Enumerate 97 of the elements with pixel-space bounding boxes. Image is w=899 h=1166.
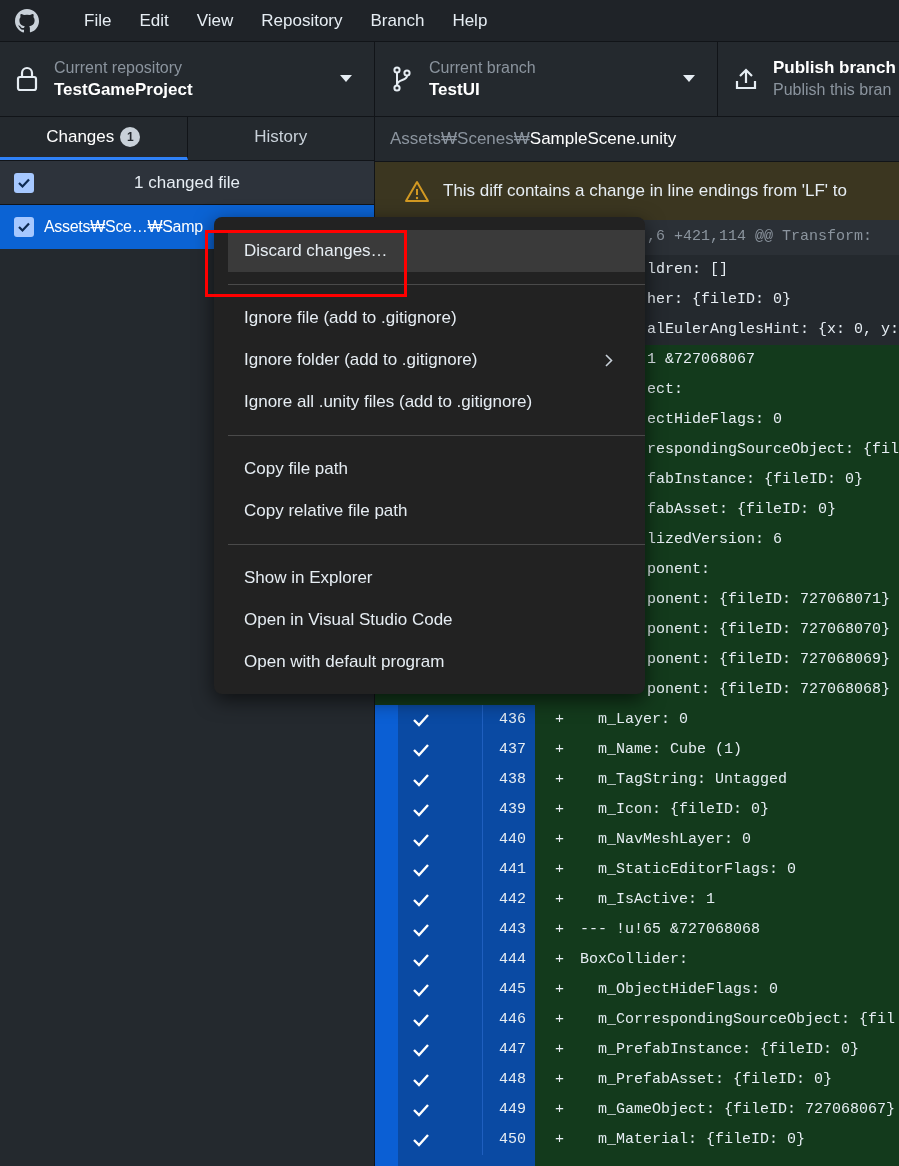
code-line: m_GameObject: {fileID: 727068067} [597,1099,896,1120]
line-gutter[interactable]: 443 [375,915,535,945]
file-name: SampleScene.unity [529,128,677,151]
branch-icon [392,66,412,92]
code-line: m_Material: {fileID: 0} [597,1129,806,1150]
code-line: m_Layer: 0 [597,709,689,730]
diff-sign: + [554,1039,565,1060]
code-line: her: {fileID: 0} [647,289,792,310]
code-line: ectHideFlags: 0 [647,409,783,430]
diff-sign: + [554,919,565,940]
code-line: alEulerAnglesHint: {x: 0, y: [647,319,899,340]
menu-item[interactable]: Open with default program [228,641,645,683]
line-gutter[interactable]: 441 [375,855,535,885]
code-line: ponent: {fileID: 727068068} [647,679,891,700]
line-gutter[interactable]: 450 [375,1125,535,1155]
toolbar-button[interactable]: Current repository TestGameProject [0,42,375,116]
code-line: m_StaticEditorFlags: 0 [597,859,797,880]
diff-sign: + [554,739,565,760]
line-gutter[interactable]: 439 [375,795,535,825]
checkbox[interactable] [14,172,34,193]
code-line: m_PrefabInstance: {fileID: 0} [597,1039,860,1060]
code-line: m_CorrespondingSourceObject: {fil [597,1009,896,1030]
diff-sign: + [554,1129,565,1150]
code-line: ponent: {fileID: 727068069} [647,649,891,670]
tab[interactable]: History [187,117,374,160]
warning-message: This diff contains a change in line endings from 'LF' to [443,180,847,203]
menu-item[interactable]: Discard changes… [228,230,645,272]
menu-item[interactable]: Branch [356,1,439,40]
line-gutter[interactable]: 444 [375,945,535,975]
cat-logo-icon [14,7,40,34]
code-line: m_IsActive: 1 [597,889,716,910]
line-gutter[interactable]: 447 [375,1035,535,1065]
count-badge: 1 [120,127,141,147]
code-line: m_PrefabAsset: {fileID: 0} [597,1069,833,1090]
code-line: ponent: {fileID: 727068071} [647,589,891,610]
lock-icon [16,66,38,92]
code-line: fabInstance: {fileID: 0} [647,469,864,490]
diff-sign: + [554,1009,565,1030]
menu-item[interactable]: Ignore all .unity files (add to .gitignore) [228,381,645,423]
menu-item[interactable]: Ignore file (add to .gitignore) [228,297,645,339]
line-gutter[interactable]: 436 [375,705,535,735]
code-line: ldren: [] [647,259,728,280]
diff-sign: + [554,769,565,790]
code-line: ponent: [647,559,710,580]
menu-item[interactable]: Open in Visual Studio Code [228,599,645,641]
menu-item[interactable]: File [70,1,126,40]
line-gutter[interactable]: 448 [375,1065,535,1095]
code-line: fabAsset: {fileID: 0} [647,499,837,520]
code-line: --- !u!65 &727068068 [580,919,761,940]
line-gutter[interactable]: 442 [375,885,535,915]
code-line: lizedVersion: 6 [647,529,783,550]
diff-sign: + [554,799,565,820]
chevron-right-icon [605,353,613,367]
caret-icon [683,75,695,83]
menu-item[interactable]: Edit [125,1,183,40]
line-gutter[interactable]: 440 [375,825,535,855]
line-gutter[interactable]: 446 [375,1005,535,1035]
checkbox[interactable] [14,217,34,237]
line-gutter[interactable]: 438 [375,765,535,795]
code-line: m_Name: Cube (1) [597,739,743,760]
toolbar-button[interactable]: Publish branch Publish this bran [718,42,899,116]
line-gutter[interactable]: 445 [375,975,535,1005]
menu-item[interactable]: Copy relative file path [228,490,645,532]
caret-icon [340,75,352,83]
hunk-header: ,6 +421,114 @@ Transform: [647,227,873,248]
check-icon [17,220,31,234]
diff-sign: + [554,859,565,880]
diff-sign: + [554,979,565,1000]
diff-sign: + [554,1069,565,1090]
line-gutter[interactable]: 437 [375,735,535,765]
changed-files-count: 1 changed file [133,171,241,194]
menu-item[interactable]: Show in Explorer [228,557,645,599]
code-line: respondingSourceObject: {fil [647,439,899,460]
menu-item[interactable]: Ignore folder (add to .gitignore) [228,339,645,381]
menu-item[interactable]: Repository [247,1,357,40]
folder-path: Assets₩Scenes₩ [390,128,530,151]
menu-item[interactable]: Help [438,1,502,40]
menu-item[interactable]: Copy file path [228,448,645,490]
line-gutter[interactable]: 449 [375,1095,535,1125]
diff-sign: + [554,949,565,970]
code-line: 1 &727068067 [647,349,756,370]
diff-sign: + [554,709,565,730]
warning-icon [405,180,429,202]
upload-icon [735,68,757,90]
code-line: m_NavMeshLayer: 0 [597,829,752,850]
diff-sign: + [554,889,565,910]
code-line: m_Icon: {fileID: 0} [597,799,770,820]
diff-sign: + [554,1099,565,1120]
diff-sign: + [554,829,565,850]
code-line: ponent: {fileID: 727068070} [647,619,891,640]
code-line: m_ObjectHideFlags: 0 [597,979,779,1000]
code-line: m_TagString: Untagged [597,769,788,790]
toolbar-button[interactable]: Current branch TestUI [375,42,718,116]
file-path: Assets₩Sce…₩Samp [44,217,203,237]
code-line: BoxCollider: [580,949,689,970]
menu-item[interactable]: View [182,1,248,40]
code-line: ect: [647,379,683,400]
